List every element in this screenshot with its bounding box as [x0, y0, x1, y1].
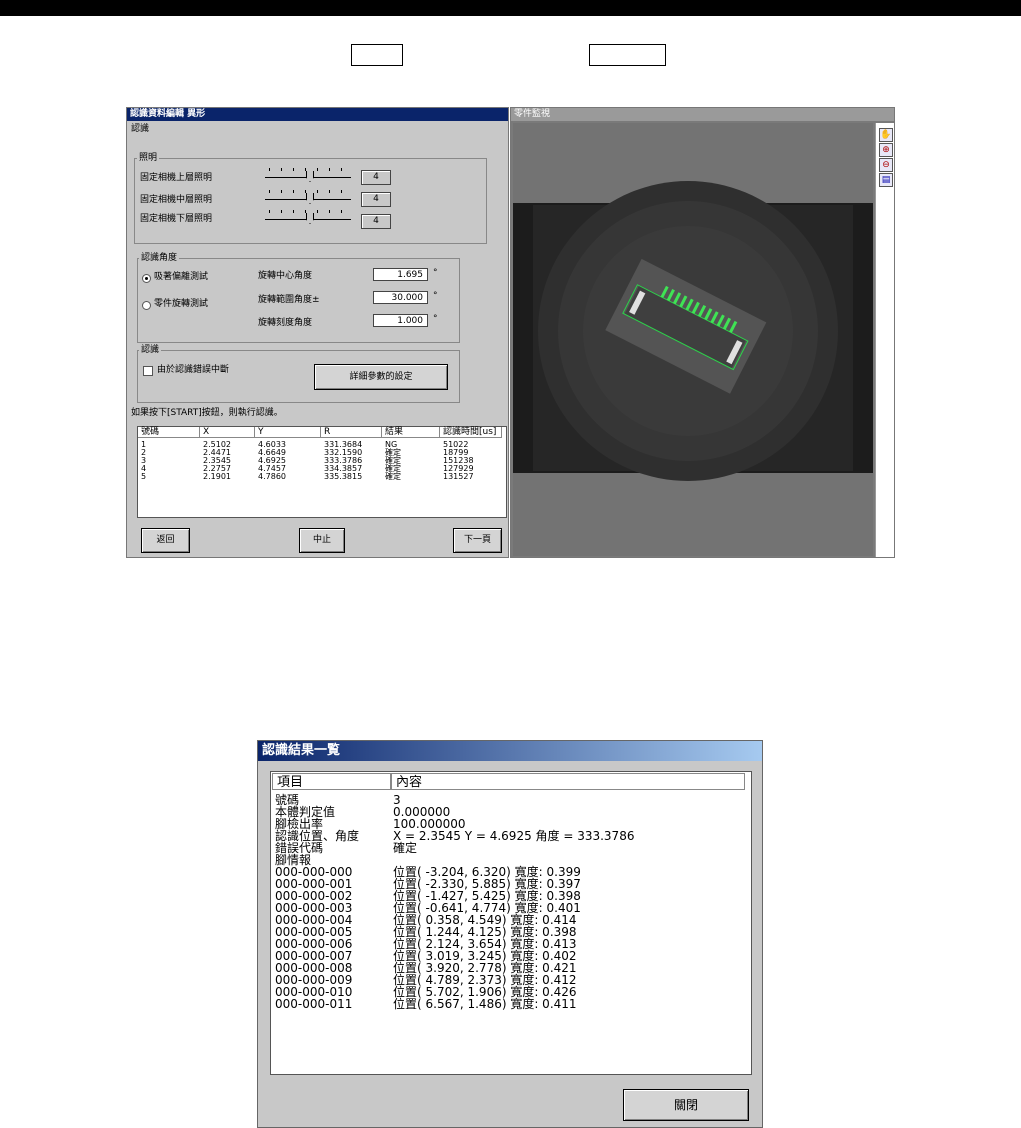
col-header-result[interactable]: 結果 [382, 427, 440, 438]
rot-range-unit: ° [433, 291, 438, 301]
window-title: 認識資料編輯 異形 [127, 108, 508, 121]
col-header-content[interactable]: 內容 [391, 773, 745, 790]
abort-on-error-label: 由於認識錯誤中斷 [157, 365, 230, 375]
rot-center-unit: ° [433, 268, 438, 278]
angle-group-label: 認識角度 [139, 253, 180, 263]
table-row[interactable]: 5 2.1901 4.7860 335.3815 確定 131527 [138, 473, 504, 481]
slider-thumb[interactable] [306, 213, 314, 224]
dialog-title: 認識結果一覧 [258, 741, 762, 761]
rot-step-input[interactable]: 1.000 [373, 314, 428, 327]
recog-group-label: 認識 [139, 345, 162, 355]
middle-light-label: 固定相機中層照明 [140, 195, 213, 205]
middle-light-slider[interactable] [265, 189, 351, 204]
recognition-edit-window: 認識資料編輯 異形 認識 照明 固定相機上層照明 4 固定相機中層照明 4 固定… [126, 107, 509, 558]
close-button[interactable]: 關閉 [623, 1089, 749, 1121]
slider-thumb[interactable] [306, 171, 314, 182]
col-header-no[interactable]: 號碼 [138, 427, 200, 438]
camera-view[interactable] [513, 123, 873, 556]
col-header-y[interactable]: Y [255, 427, 321, 438]
radio-suction-offset-label: 吸著偏離測試 [154, 272, 209, 282]
recognition-edit-screenshot: 認識資料編輯 異形 認識 照明 固定相機上層照明 4 固定相機中層照明 4 固定… [126, 107, 895, 558]
col-header-item[interactable]: 項目 [272, 773, 391, 790]
lower-light-value: 4 [361, 214, 391, 229]
rot-center-label: 旋轉中心角度 [258, 271, 313, 281]
zoom-out-icon[interactable]: ⊖ [879, 158, 893, 172]
lower-light-slider[interactable] [265, 209, 351, 224]
hand-pan-icon[interactable]: ✋ [879, 128, 893, 142]
result-list[interactable]: 號碼 X Y R 結果 認識時間[us] 1 2.5102 4.6033 331.36… [137, 426, 507, 518]
list-item: 000-000-011 位置( 6.567, 1.486) 寬度: 0.411 [275, 997, 577, 1011]
part-monitor-window: 零件監視 ✋ ⊕ ⊖ ▤ [510, 107, 895, 558]
middle-light-value: 4 [361, 192, 391, 207]
rot-range-label: 旋轉範圍角度± [258, 295, 320, 305]
detail-settings-button[interactable]: 詳細參數的設定 [314, 364, 448, 390]
stop-button[interactable]: 中止 [299, 528, 345, 553]
top-black-bar [0, 0, 1021, 16]
slider-thumb[interactable] [306, 193, 314, 204]
lower-light-label: 固定相機下層照明 [140, 214, 213, 224]
rot-step-label: 旋轉刻度角度 [258, 318, 313, 328]
radio-suction-offset[interactable] [142, 274, 151, 283]
lighting-group-label: 照明 [137, 153, 160, 163]
col-header-x[interactable]: X [200, 427, 255, 438]
upper-light-slider[interactable] [265, 167, 351, 182]
monitor-toolbar: ✋ ⊕ ⊖ ▤ [875, 123, 894, 557]
zoom-in-icon[interactable]: ⊕ [879, 143, 893, 157]
rot-range-input[interactable]: 30.000 [373, 291, 428, 304]
recognition-result-dialog: 認識結果一覧 項目 內容 號碼 3 本體判定值 0.000000 腳檢出率 100.0… [257, 740, 763, 1128]
section-label: 認識 [131, 124, 150, 134]
abort-on-error-checkbox[interactable] [143, 366, 153, 376]
radio-part-rotation[interactable] [142, 301, 151, 310]
col-header-time[interactable]: 認識時間[us] [440, 427, 502, 438]
back-button[interactable]: 返回 [141, 528, 190, 553]
radio-part-rotation-label: 零件旋轉測試 [154, 299, 209, 309]
upper-light-label: 固定相機上層照明 [140, 173, 213, 183]
blank-box-left [351, 44, 403, 66]
upper-light-value: 4 [361, 170, 391, 185]
blank-box-right [589, 44, 666, 66]
next-page-button[interactable]: 下一頁 [453, 528, 502, 553]
list-view-icon[interactable]: ▤ [879, 173, 893, 187]
monitor-title: 零件監視 [511, 108, 894, 121]
rot-step-unit: ° [433, 314, 438, 324]
col-header-r[interactable]: R [321, 427, 382, 438]
start-hint-text: 如果按下[START]按鈕，則執行認識。 [131, 408, 283, 418]
rot-center-input[interactable]: 1.695 [373, 268, 428, 281]
result-detail-list[interactable]: 項目 內容 號碼 3 本體判定值 0.000000 腳檢出率 100.000000 認… [270, 771, 752, 1075]
